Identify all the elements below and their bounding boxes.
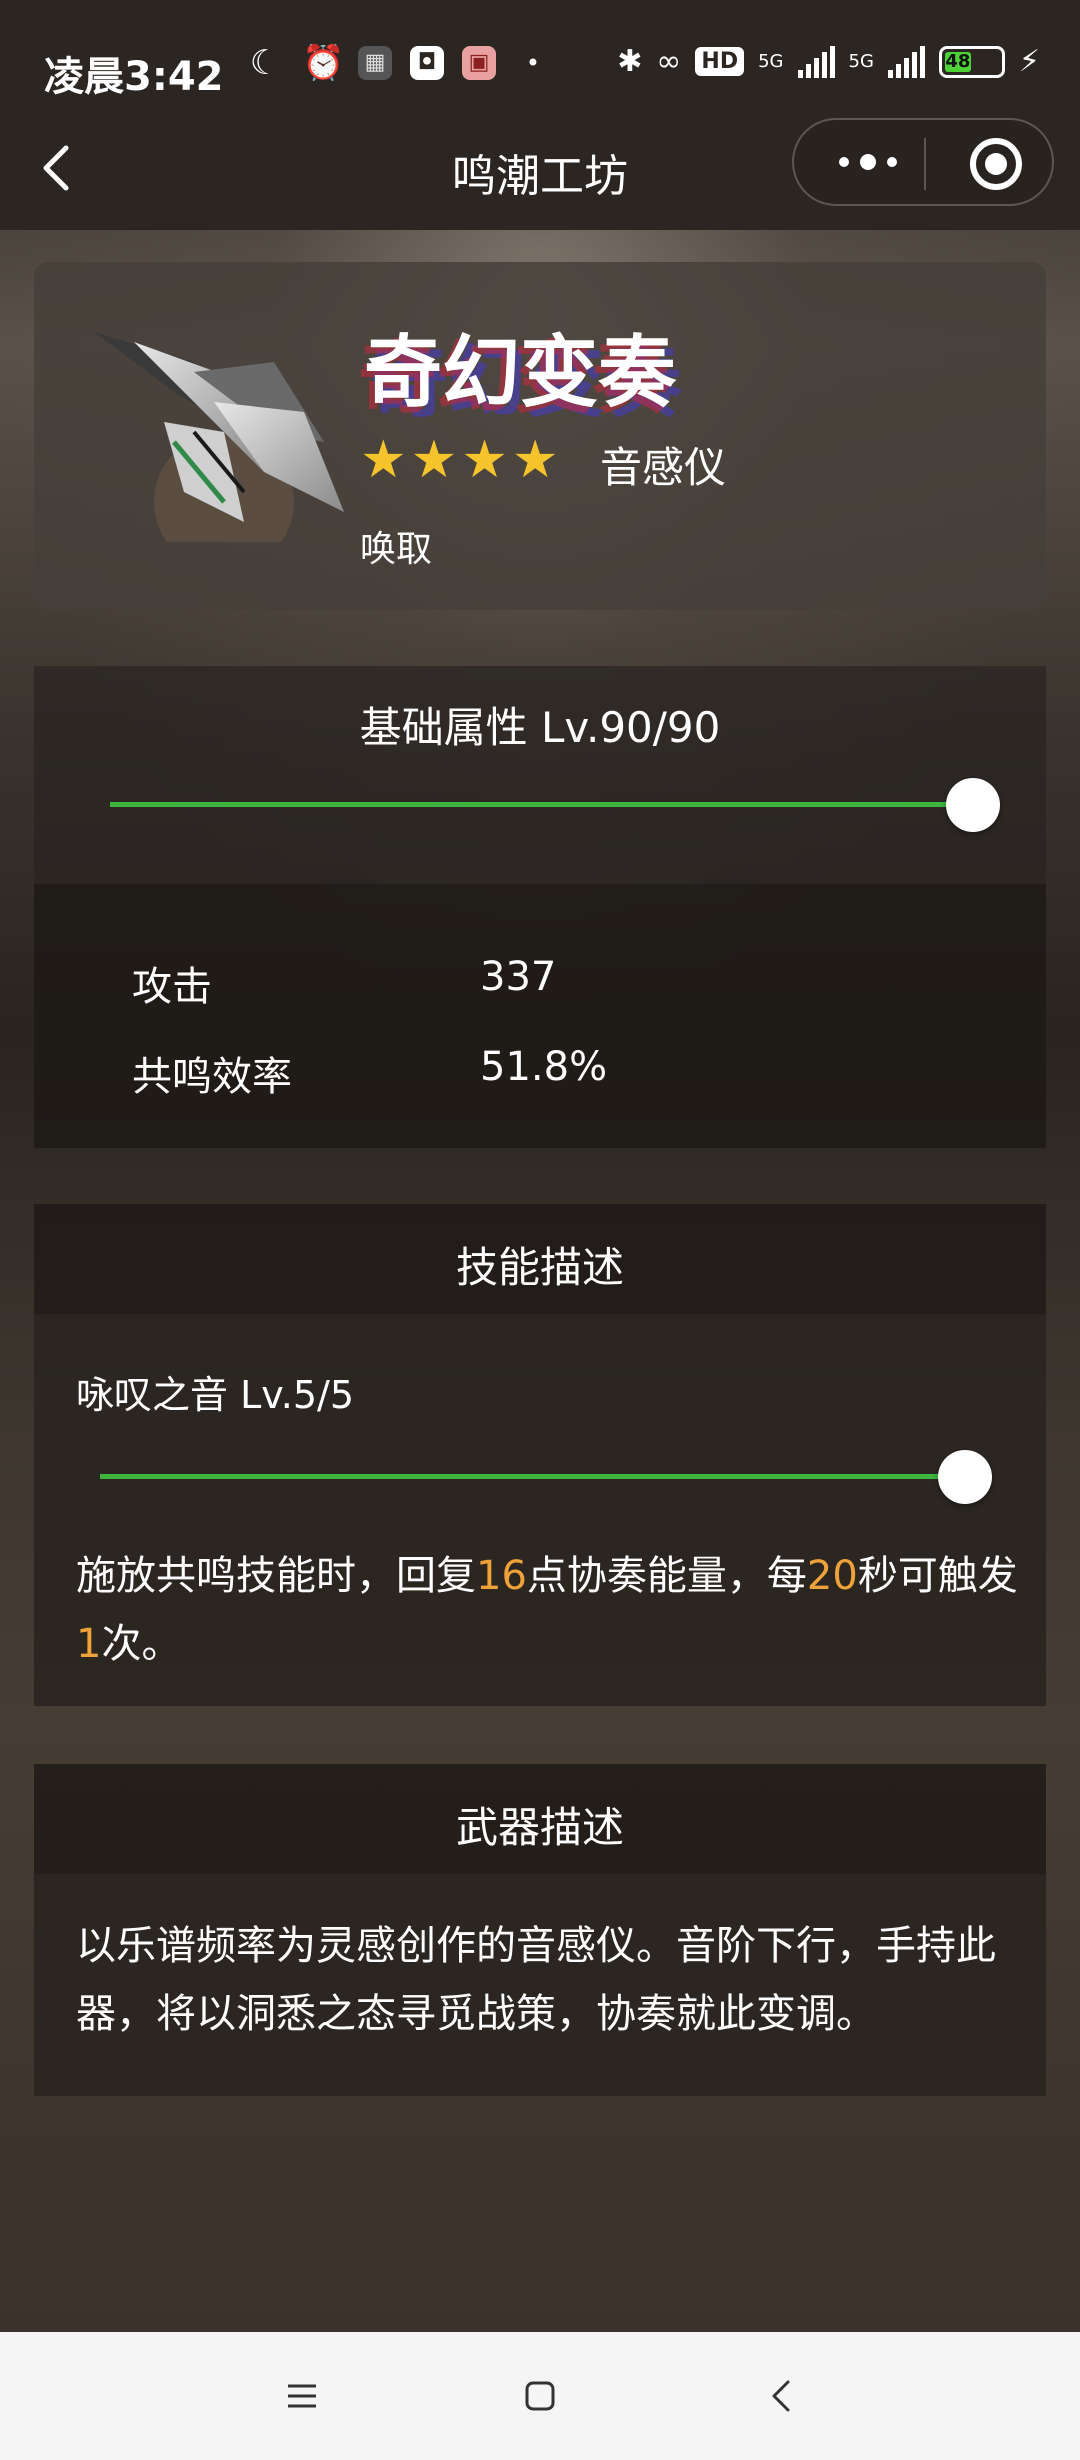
more-notifications-icon: • bbox=[525, 49, 541, 77]
system-back-button[interactable] bbox=[752, 2366, 812, 2426]
star-icon: ★ bbox=[360, 430, 407, 490]
desc-text: 次。 bbox=[101, 1621, 182, 1667]
star-icon: ★ bbox=[511, 430, 559, 490]
attributes-title: 基础属性 Lv.90/90 bbox=[359, 703, 721, 752]
app-notification-icon: ▣ bbox=[462, 46, 496, 80]
weapon-description-card: 武器描述 以乐谱频率为灵感创作的音感仪。音阶下行，手持此器，将以洞悉之态寻觅战策… bbox=[34, 1764, 1046, 2096]
status-left-icons: ☾ ⏰ ▦ ◘ ▣ • bbox=[246, 44, 552, 82]
charging-icon: ⚡ bbox=[1018, 44, 1040, 79]
weapon-type: 音感仪 bbox=[600, 443, 727, 492]
desc-highlight: 16 bbox=[476, 1553, 527, 1599]
weapon-source: 唤取 bbox=[360, 529, 433, 570]
skill-section-title: 技能描述 bbox=[455, 1243, 624, 1292]
slider-handle[interactable] bbox=[946, 778, 1000, 832]
weapon-card: 奇幻变奏 ★ ★ ★ ★ 音感仪 唤取 bbox=[34, 262, 1046, 610]
star-icon: ★ bbox=[410, 430, 458, 490]
home-icon bbox=[525, 2381, 555, 2411]
skill-header: 技能描述 bbox=[34, 1204, 1046, 1314]
skill-description: 施放共鸣技能时，回复16点协奏能量，每20秒可触发 1次。 bbox=[76, 1542, 1026, 1678]
slider-track bbox=[110, 802, 946, 807]
battery-level: 48 bbox=[944, 50, 971, 72]
desc-text: 施放共鸣技能时，回复 bbox=[76, 1553, 476, 1599]
stat-row: 共鸣效率 51.8% bbox=[34, 1044, 1046, 1104]
attributes-body: 攻击 337 共鸣效率 51.8% bbox=[34, 884, 1046, 1148]
menu-button[interactable] bbox=[272, 2366, 332, 2426]
network-label: 5G bbox=[848, 51, 874, 72]
attributes-header: 基础属性 Lv.90/90 bbox=[34, 666, 1046, 884]
system-nav-bar bbox=[0, 2332, 1080, 2460]
app-notification-icon: ▦ bbox=[358, 46, 392, 80]
weapon-name: 奇幻变奏 bbox=[364, 328, 677, 418]
skill-name: 咏叹之音 Lv.5/5 bbox=[76, 1373, 355, 1417]
miniprogram-capsule bbox=[792, 118, 1054, 206]
stat-value: 337 bbox=[480, 954, 557, 1000]
skill-level-slider[interactable] bbox=[100, 1450, 992, 1504]
bluetooth-icon: ✱ bbox=[617, 44, 643, 79]
desc-highlight: 1 bbox=[76, 1621, 102, 1667]
desc-text: 秒可触发 bbox=[857, 1553, 1018, 1599]
signal-icon bbox=[887, 45, 925, 78]
link-icon: ∞ bbox=[656, 44, 682, 79]
stat-row: 攻击 337 bbox=[34, 954, 1046, 1014]
star-icon: ★ bbox=[461, 430, 508, 490]
rarity-stars: ★ ★ ★ ★ bbox=[360, 432, 559, 488]
stat-value: 51.8% bbox=[480, 1044, 608, 1090]
status-right-icons: ✱ ∞ HD 5G 5G 48 ⚡ bbox=[617, 44, 1040, 79]
weapon-description-body: 以乐谱频率为灵感创作的音感仪。音阶下行，手持此器，将以洞悉之态寻觅战策，协奏就此… bbox=[34, 1874, 1046, 2096]
menu-icon bbox=[288, 2384, 316, 2408]
level-slider[interactable] bbox=[110, 778, 1000, 832]
battery-icon: 48 bbox=[938, 45, 1005, 78]
desc-text: 点协奏能量，每 bbox=[526, 1553, 807, 1599]
more-button[interactable] bbox=[828, 142, 908, 186]
alarm-icon: ⏰ bbox=[302, 43, 345, 83]
moon-icon: ☾ bbox=[249, 43, 281, 83]
app-notification-icon: ◘ bbox=[410, 46, 444, 80]
hd-badge: HD bbox=[695, 47, 745, 76]
status-time: 凌晨3:42 bbox=[44, 54, 224, 100]
desc-highlight: 20 bbox=[806, 1553, 858, 1599]
network-label: 5G bbox=[758, 51, 784, 72]
more-dots-icon bbox=[839, 154, 897, 170]
home-button[interactable] bbox=[510, 2366, 570, 2426]
back-icon bbox=[772, 2380, 790, 2412]
close-miniprogram-button[interactable] bbox=[970, 138, 1022, 190]
weapon-image bbox=[94, 332, 344, 542]
signal-icon bbox=[797, 45, 835, 78]
slider-track bbox=[100, 1474, 938, 1479]
nav-bar: 鸣潮工坊 bbox=[0, 110, 1080, 230]
weapon-description-title: 武器描述 bbox=[455, 1803, 624, 1852]
weapon-description-text: 以乐谱频率为灵感创作的音感仪。音阶下行，手持此器，将以洞悉之态寻觅战策，协奏就此… bbox=[76, 1923, 996, 2037]
capsule-divider bbox=[924, 138, 926, 190]
skill-card: 技能描述 咏叹之音 Lv.5/5 施放共鸣技能时，回复16点协奏能量，每20秒可… bbox=[34, 1204, 1046, 1706]
stat-label: 共鸣效率 bbox=[132, 1054, 292, 1100]
skill-body: 咏叹之音 Lv.5/5 施放共鸣技能时，回复16点协奏能量，每20秒可触发 1次。 bbox=[34, 1314, 1046, 1706]
weapon-description-header: 武器描述 bbox=[34, 1764, 1046, 1874]
stat-label: 攻击 bbox=[132, 964, 212, 1010]
base-attributes-card: 基础属性 Lv.90/90 攻击 337 共鸣效率 51.8% bbox=[34, 666, 1046, 1148]
slider-handle[interactable] bbox=[938, 1450, 992, 1504]
